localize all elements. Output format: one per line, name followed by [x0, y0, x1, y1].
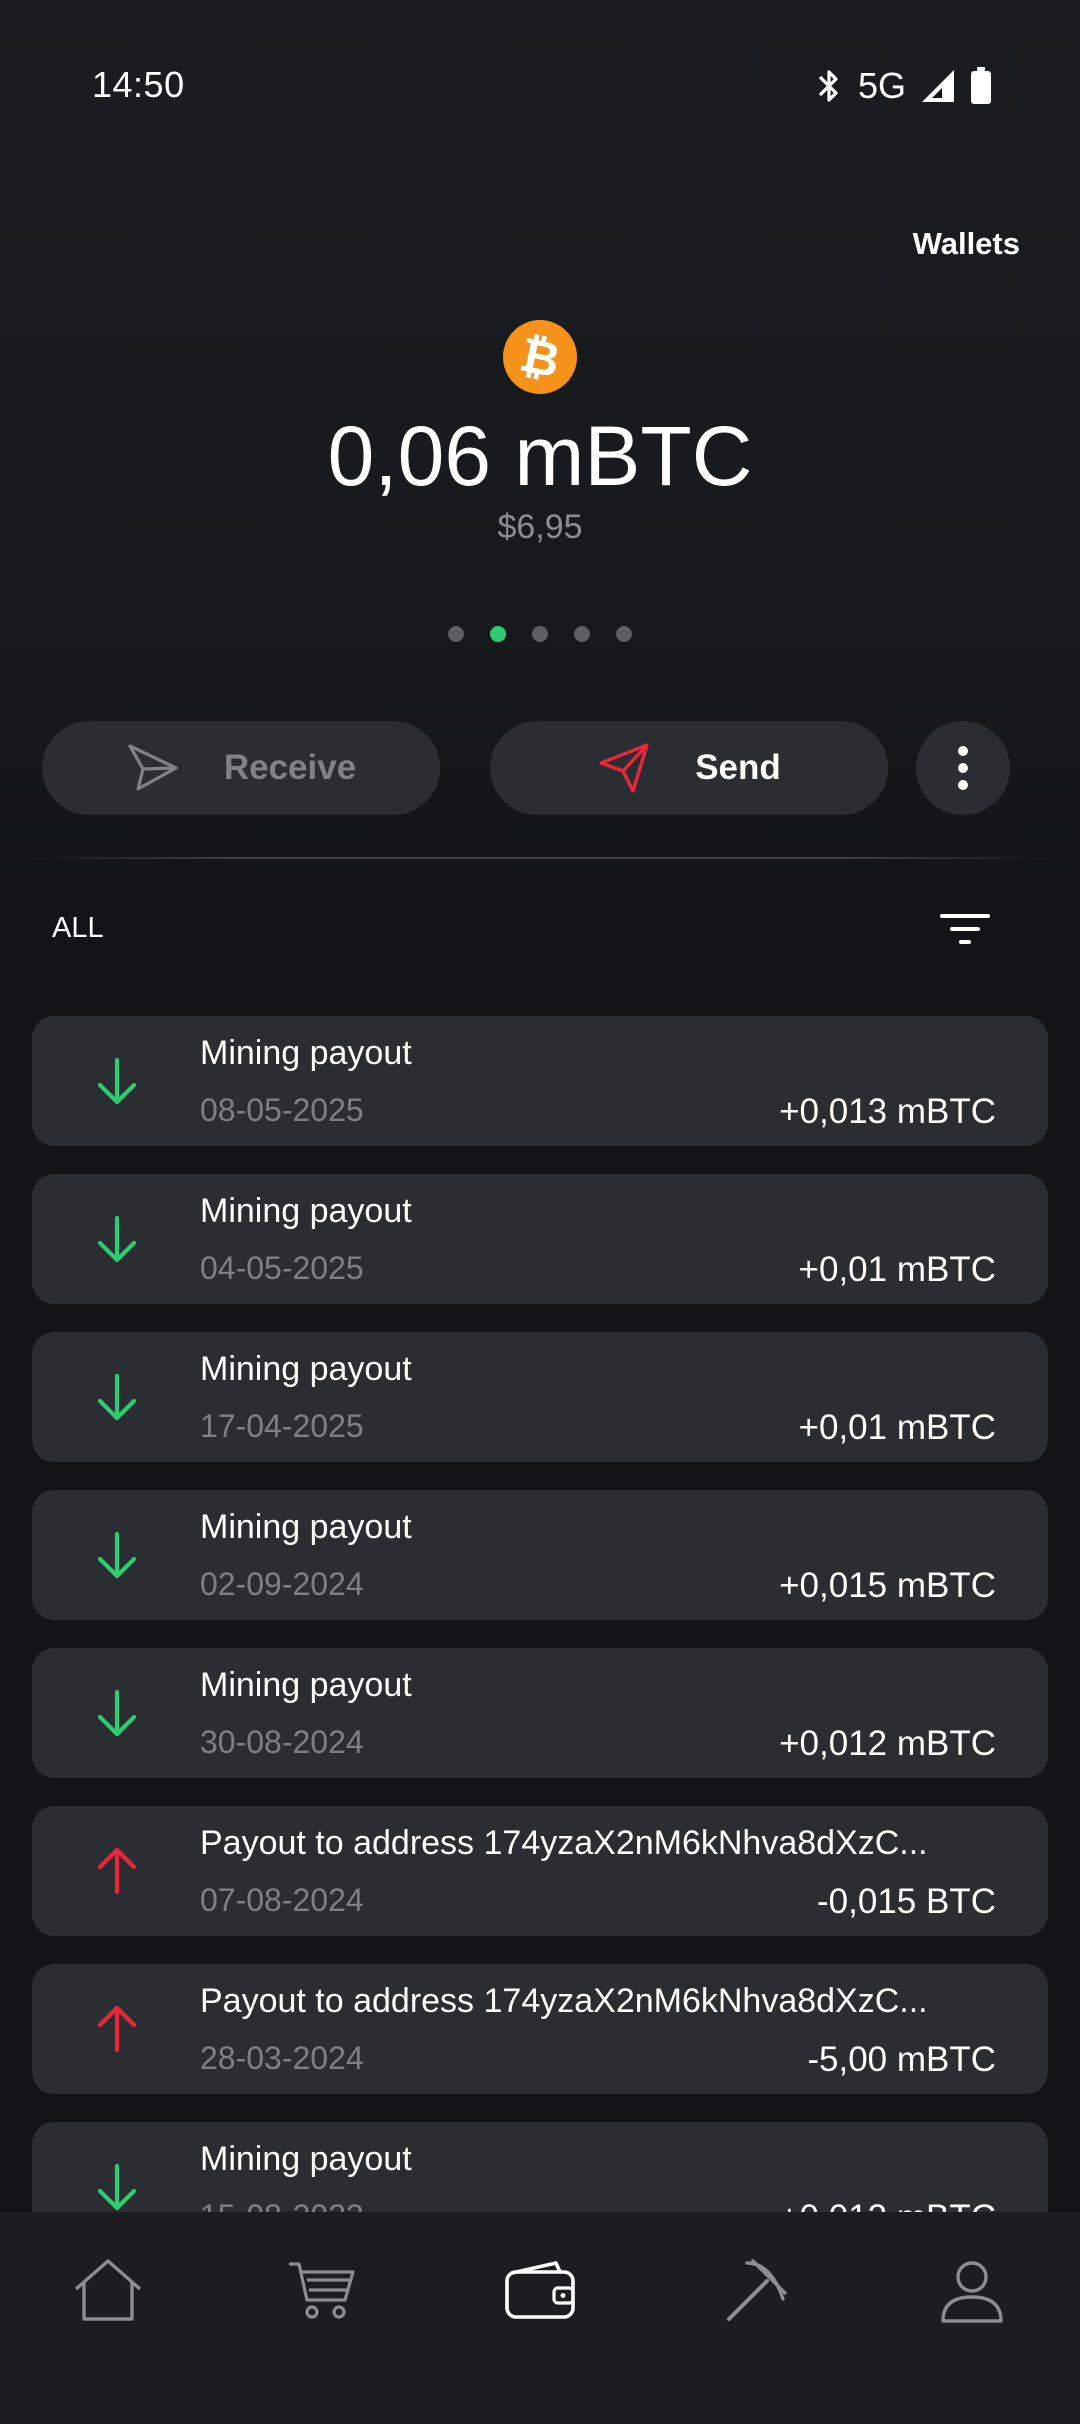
transaction-title: Mining payout — [200, 1034, 412, 1072]
status-bar: 14:50 5G — [0, 0, 1080, 170]
home-icon — [74, 2259, 142, 2321]
transaction-date: 28-03-2024 — [200, 2040, 364, 2076]
nav-home[interactable] — [68, 2250, 148, 2330]
transaction-title: Mining payout — [200, 1192, 412, 1230]
wallet-screen: 14:50 5G Wallets ₿ 0,06 mBTC $6,95 Recei… — [0, 0, 1080, 2424]
transaction-date: 30-08-2024 — [200, 1724, 364, 1760]
nav-profile[interactable] — [932, 2250, 1012, 2330]
signal-icon — [922, 70, 954, 102]
transaction-date: 17-04-2025 — [200, 1408, 364, 1444]
transaction-title: Payout to address 174yzaX2nM6kNhva8dXzC.… — [200, 1982, 928, 2020]
transaction-amount: +0,015 mBTC — [779, 1566, 996, 1605]
nav-wallet[interactable] — [500, 2250, 580, 2330]
transaction-row[interactable]: Mining payout 30-08-2024 +0,012 mBTC — [32, 1648, 1048, 1778]
pager-dot[interactable] — [448, 626, 464, 642]
transaction-row[interactable]: Payout to address 174yzaX2nM6kNhva8dXzC.… — [32, 1964, 1048, 2094]
transaction-title: Payout to address 174yzaX2nM6kNhva8dXzC.… — [200, 1824, 928, 1862]
wallet-pager[interactable] — [0, 626, 1080, 642]
transaction-list: Mining payout 08-05-2025 +0,013 mBTC Mining… — [32, 1016, 1048, 2280]
cart-icon — [289, 2262, 355, 2319]
bottom-nav — [0, 2212, 1080, 2424]
more-vertical-icon — [958, 746, 968, 790]
transaction-title: Mining payout — [200, 1350, 412, 1388]
pager-dot[interactable] — [616, 626, 632, 642]
transaction-amount: -0,015 BTC — [817, 1882, 996, 1921]
transaction-title: Mining payout — [200, 1666, 412, 1704]
transaction-row[interactable]: Mining payout 04-05-2025 +0,01 mBTC — [32, 1174, 1048, 1304]
bitcoin-icon: ₿ — [503, 320, 577, 394]
transaction-amount: +0,012 mBTC — [779, 1724, 996, 1763]
receive-label: Receive — [223, 748, 357, 787]
arrow-down-icon — [97, 1057, 137, 1105]
arrow-up-icon — [97, 1847, 137, 1895]
profile-icon — [941, 2261, 1003, 2323]
balance-fiat: $6,95 — [497, 508, 583, 546]
send-plane-icon — [599, 743, 649, 793]
receive-button[interactable]: Receive — [42, 721, 440, 815]
section-divider — [28, 857, 1052, 859]
network-type: 5G — [857, 65, 906, 106]
transaction-amount: +0,01 mBTC — [798, 1250, 996, 1289]
nav-shop[interactable] — [282, 2250, 362, 2330]
pager-dot[interactable] — [532, 626, 548, 642]
transaction-date: 07-08-2024 — [200, 1882, 364, 1918]
pager-dot[interactable] — [574, 626, 590, 642]
receive-plane-icon — [128, 744, 178, 791]
filter-icon[interactable] — [938, 908, 992, 950]
arrow-down-icon — [97, 1373, 137, 1421]
send-button[interactable]: Send — [490, 721, 888, 815]
battery-icon — [971, 67, 991, 104]
transaction-row[interactable]: Mining payout 08-05-2025 +0,013 mBTC — [32, 1016, 1048, 1146]
wallets-link[interactable]: Wallets — [913, 226, 1020, 262]
filter-label[interactable]: ALL — [52, 912, 104, 945]
arrow-down-icon — [97, 2163, 137, 2211]
transaction-title: Mining payout — [200, 2140, 412, 2178]
more-options-button[interactable] — [916, 721, 1010, 815]
arrow-up-icon — [97, 2005, 137, 2053]
bluetooth-icon — [818, 70, 838, 102]
send-label: Send — [695, 748, 781, 787]
balance-amount: 0,06 mBTC — [327, 409, 753, 503]
transaction-title: Mining payout — [200, 1508, 412, 1546]
transaction-row[interactable]: Mining payout 02-09-2024 +0,015 mBTC — [32, 1490, 1048, 1620]
pager-dot-active[interactable] — [490, 626, 506, 642]
arrow-down-icon — [97, 1689, 137, 1737]
svg-text:₿: ₿ — [517, 330, 563, 384]
transaction-amount: -5,00 mBTC — [807, 2040, 996, 2079]
status-icons: 5G — [814, 62, 992, 110]
transaction-amount: +0,013 mBTC — [779, 1092, 996, 1131]
arrow-down-icon — [97, 1215, 137, 1263]
pickaxe-icon — [727, 2259, 787, 2321]
transaction-row[interactable]: Mining payout 17-04-2025 +0,01 mBTC — [32, 1332, 1048, 1462]
transaction-row[interactable]: Payout to address 174yzaX2nM6kNhva8dXzC.… — [32, 1806, 1048, 1936]
transaction-date: 04-05-2025 — [200, 1250, 364, 1286]
wallet-icon — [505, 2261, 575, 2319]
nav-mining[interactable] — [716, 2250, 796, 2330]
transaction-date: 08-05-2025 — [200, 1092, 364, 1128]
status-time: 14:50 — [92, 64, 185, 105]
transaction-date: 02-09-2024 — [200, 1566, 364, 1602]
transaction-amount: +0,01 mBTC — [798, 1408, 996, 1447]
arrow-down-icon — [97, 1531, 137, 1579]
